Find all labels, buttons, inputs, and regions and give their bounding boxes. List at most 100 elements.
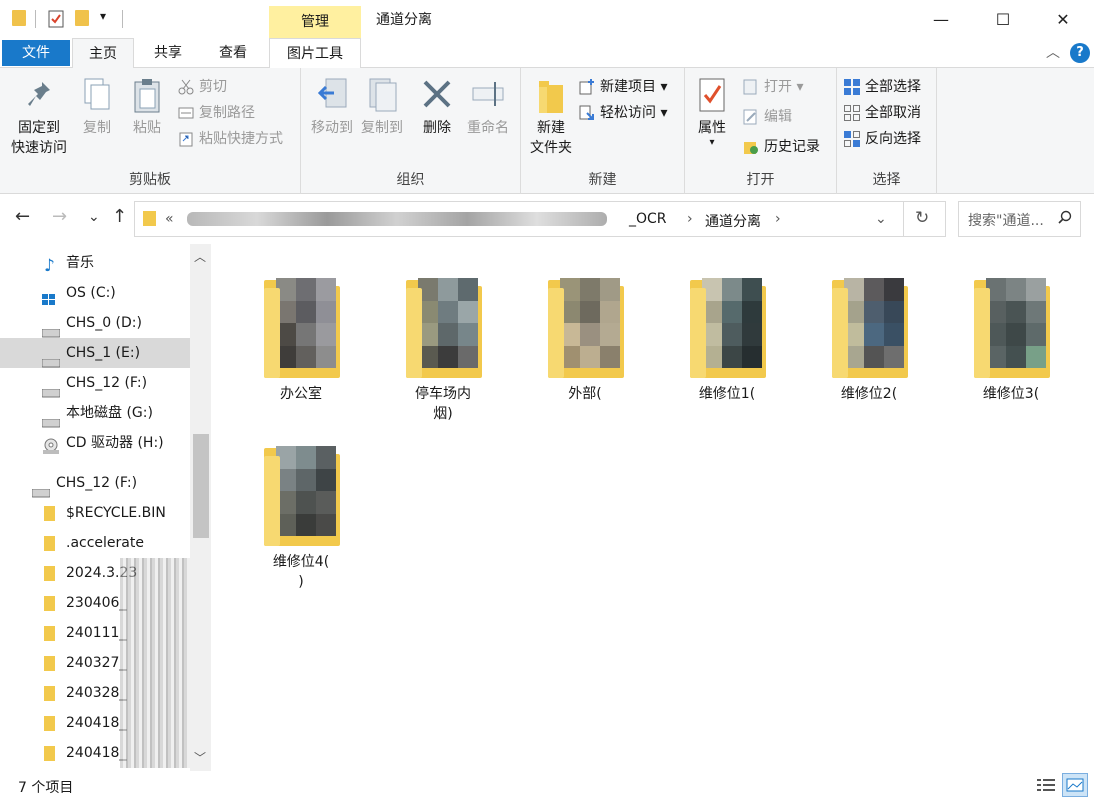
sidebar-item-drive-h[interactable]: CD 驱动器 (H:) xyxy=(0,428,190,458)
history-icon xyxy=(743,139,759,155)
close-button[interactable]: ✕ xyxy=(1032,0,1094,38)
tab-picture-tools[interactable]: 图片工具 xyxy=(269,38,361,68)
edit-label: 编辑 xyxy=(764,109,792,125)
recent-locations-button[interactable]: ⌄ xyxy=(88,209,100,225)
tab-manage-context[interactable]: 管理 xyxy=(269,6,361,38)
sidebar-item-music[interactable]: ♪ 音乐 xyxy=(0,248,190,278)
open-button[interactable]: 打开 ▾ xyxy=(743,76,803,98)
folder-item[interactable]: 外部( xyxy=(522,268,648,404)
refresh-button[interactable]: ↻ xyxy=(915,208,929,228)
sidebar-item-label: .accelerate xyxy=(66,535,144,551)
organize-group-label: 组织 xyxy=(396,172,425,188)
sidebar-item-folder[interactable]: .accelerate xyxy=(0,528,190,558)
folder-thumbnail-icon xyxy=(256,436,346,546)
folder-icon xyxy=(44,656,55,671)
folder-icon xyxy=(44,566,55,581)
properties-quick-icon[interactable] xyxy=(48,10,64,32)
history-button[interactable]: 历史记录 xyxy=(743,136,820,158)
tab-share[interactable]: 共享 xyxy=(138,38,198,68)
divider xyxy=(122,10,123,28)
sidebar-item-label: 音乐 xyxy=(66,255,94,271)
paste-label: 粘贴 xyxy=(133,120,161,136)
customize-quick-access-icon[interactable]: ▾ xyxy=(100,9,106,23)
folder-item[interactable]: 维修位3( xyxy=(948,268,1074,404)
sidebar-item-drive-f[interactable]: CHS_12 (F:) xyxy=(0,368,190,398)
new-item-label: 新建项目 xyxy=(600,79,656,95)
paste-shortcut-icon xyxy=(178,131,194,147)
details-view-icon[interactable] xyxy=(1036,777,1056,797)
select-none-button[interactable]: 全部取消 xyxy=(844,102,921,124)
copy-path-icon xyxy=(178,105,194,121)
folder-thumbnail-icon xyxy=(682,268,772,378)
paste-shortcut-button[interactable]: 粘贴快捷方式 xyxy=(178,128,283,150)
help-icon[interactable]: ? xyxy=(1070,43,1090,63)
select-all-button[interactable]: 全部选择 xyxy=(844,76,921,98)
copy-path-button[interactable]: 复制路径 xyxy=(178,102,255,124)
new-folder-button[interactable]: 新建 文件夹 xyxy=(525,76,577,158)
properties-dropdown-icon[interactable]: ▾ xyxy=(691,138,733,148)
minimize-button[interactable]: — xyxy=(910,0,972,38)
folder-item[interactable]: 停车场内 烟) xyxy=(380,268,506,424)
scroll-down-icon[interactable]: ﹀ xyxy=(194,749,206,766)
up-button[interactable]: ↑ xyxy=(112,206,127,227)
breadcrumb-parent[interactable]: _OCR xyxy=(629,211,667,227)
copy-button[interactable]: 复制 xyxy=(74,76,120,138)
properties-button[interactable]: 属性 ▾ xyxy=(691,76,733,148)
new-folder-label-1: 新建 xyxy=(537,120,565,136)
sidebar-item-drive-c[interactable]: OS (C:) xyxy=(0,278,190,308)
new-folder-quick-icon[interactable] xyxy=(75,10,89,26)
search-input[interactable]: 搜索"通道... xyxy=(958,201,1081,237)
sidebar-item-label: CD 驱动器 (H:) xyxy=(66,435,164,451)
search-placeholder: 搜索"通道... xyxy=(968,213,1044,229)
folder-icon xyxy=(44,596,55,611)
folder-item[interactable]: 维修位2( xyxy=(806,268,932,404)
breadcrumb-separator[interactable]: › xyxy=(687,211,693,227)
rename-button[interactable]: 重命名 xyxy=(461,76,515,138)
open-label: 打开 xyxy=(764,79,792,95)
folder-item[interactable]: 办公室 xyxy=(238,268,364,404)
tab-home[interactable]: 主页 xyxy=(72,38,134,69)
sidebar-item-drive-g[interactable]: 本地磁盘 (G:) xyxy=(0,398,190,428)
delete-button[interactable]: 删除 xyxy=(417,76,457,138)
item-count: 7 个项目 xyxy=(18,780,74,796)
new-item-button[interactable]: 新建项目 ▾ xyxy=(579,76,667,98)
forward-button[interactable]: → xyxy=(52,206,67,227)
back-button[interactable]: ← xyxy=(15,206,30,227)
invert-selection-button[interactable]: 反向选择 xyxy=(844,128,921,150)
folder-icon xyxy=(12,10,26,26)
select-all-label: 全部选择 xyxy=(865,79,921,95)
sidebar-scroll-thumb[interactable] xyxy=(193,434,209,538)
large-icons-view-icon[interactable] xyxy=(1062,773,1088,797)
rename-label: 重命名 xyxy=(467,120,509,136)
maximize-button[interactable]: ☐ xyxy=(972,0,1034,38)
copy-to-button[interactable]: 复制到 xyxy=(355,76,409,138)
redacted-names xyxy=(120,558,190,768)
address-bar[interactable]: « _OCR › 通道分离 › ⌄ ↻ xyxy=(134,201,946,237)
address-dropdown-icon[interactable]: ⌄ xyxy=(875,211,887,227)
collapse-ribbon-icon[interactable]: ︿ xyxy=(1046,42,1060,62)
tab-file[interactable]: 文件 xyxy=(2,40,70,66)
scroll-up-icon[interactable]: ︿ xyxy=(194,248,206,265)
sidebar-item-drive-f-root[interactable]: CHS_12 (F:) xyxy=(0,468,190,498)
redacted-path xyxy=(187,212,607,226)
breadcrumb-separator[interactable]: › xyxy=(775,211,781,227)
folder-name: 停车场内 xyxy=(415,386,471,402)
rename-icon xyxy=(471,76,505,114)
breadcrumb-current[interactable]: 通道分离 xyxy=(705,211,761,231)
history-label: 历史记录 xyxy=(764,139,820,155)
folder-item[interactable]: 维修位1( xyxy=(664,268,790,404)
pin-quick-access-button[interactable]: 固定到 快速访问 xyxy=(6,76,72,158)
new-folder-icon xyxy=(534,76,568,114)
sidebar-item-drive-d[interactable]: CHS_0 (D:) xyxy=(0,308,190,338)
cut-button[interactable]: 剪切 xyxy=(178,76,227,98)
address-overflow[interactable]: « xyxy=(165,211,174,227)
easy-access-button[interactable]: 轻松访问 ▾ xyxy=(579,102,667,124)
folder-icon xyxy=(44,506,55,521)
folder-item[interactable]: 维修位4( ) xyxy=(238,436,364,592)
sidebar-item-folder[interactable]: $RECYCLE.BIN xyxy=(0,498,190,528)
move-to-button[interactable]: 移动到 xyxy=(305,76,359,138)
paste-button[interactable]: 粘贴 xyxy=(124,76,170,138)
sidebar-item-drive-e[interactable]: CHS_1 (E:) xyxy=(0,338,190,368)
tab-view[interactable]: 查看 xyxy=(203,38,263,68)
edit-button[interactable]: 编辑 xyxy=(743,106,792,128)
